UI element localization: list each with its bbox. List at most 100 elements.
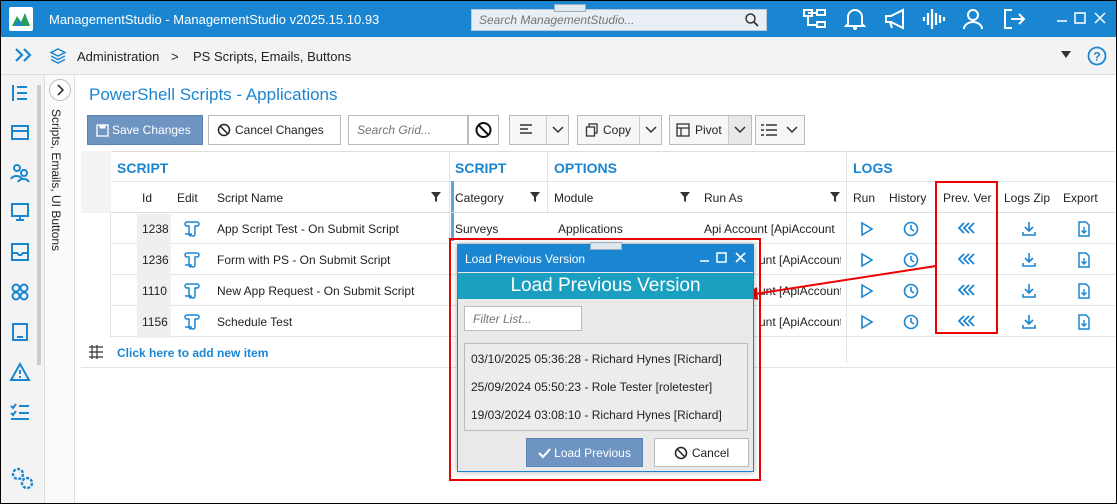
history-icon[interactable]: [903, 283, 919, 299]
chevron-down-icon[interactable]: [639, 116, 662, 144]
list-item[interactable]: 03/10/2025 05:36:28 - Richard Hynes [Ric…: [471, 352, 722, 366]
rail-scrollbar[interactable]: [37, 85, 41, 365]
column-header-history[interactable]: History: [889, 191, 926, 205]
global-search[interactable]: [471, 4, 767, 31]
close-icon[interactable]: [1094, 12, 1106, 24]
rewind-icon[interactable]: [958, 252, 976, 266]
download-icon[interactable]: [1021, 221, 1037, 237]
run-icon[interactable]: [859, 314, 875, 330]
columns-dropdown[interactable]: [755, 115, 805, 145]
user-icon[interactable]: [961, 7, 985, 31]
rewind-icon[interactable]: [958, 283, 976, 297]
global-search-input[interactable]: [472, 10, 732, 30]
tablet-icon[interactable]: [9, 321, 31, 343]
column-header-module[interactable]: Module: [554, 191, 593, 205]
minimize-icon[interactable]: [699, 252, 710, 263]
rewind-icon[interactable]: [958, 221, 976, 235]
filter-list-input[interactable]: [465, 307, 581, 330]
run-icon[interactable]: [859, 283, 875, 299]
clear-search-button[interactable]: [468, 115, 499, 145]
download-icon[interactable]: [1021, 314, 1037, 330]
copy-icon: [585, 123, 599, 137]
history-icon[interactable]: [903, 221, 919, 237]
people-icon[interactable]: [9, 161, 31, 183]
export-icon[interactable]: [1077, 314, 1091, 330]
chevron-down-icon[interactable]: [546, 116, 569, 144]
dialog-title-bar[interactable]: Load Previous Version: [458, 242, 753, 272]
add-row-label[interactable]: Click here to add new item: [117, 346, 268, 360]
dialog-grip-icon[interactable]: [590, 242, 622, 250]
settings-icon[interactable]: [9, 465, 35, 491]
column-header-edit[interactable]: Edit: [177, 191, 198, 205]
column-header-run-as[interactable]: Run As: [704, 191, 743, 205]
filter-icon[interactable]: [530, 192, 540, 202]
align-dropdown[interactable]: [509, 115, 569, 145]
edit-script-icon[interactable]: [183, 313, 201, 330]
cards-icon[interactable]: [9, 121, 31, 143]
list-item[interactable]: 19/03/2024 03:08:10 - Richard Hynes [Ric…: [471, 408, 722, 422]
filter-icon[interactable]: [431, 192, 441, 202]
close-icon[interactable]: [735, 252, 746, 263]
side-tab-label[interactable]: Scripts, Emails, UI Buttons: [49, 109, 63, 251]
layers-icon: [49, 47, 67, 65]
run-icon[interactable]: [859, 221, 875, 237]
column-header-category[interactable]: Category: [455, 191, 504, 205]
list-icon[interactable]: [9, 82, 31, 104]
load-previous-button[interactable]: Load Previous: [526, 438, 643, 467]
hierarchy-icon[interactable]: [802, 7, 828, 31]
download-icon[interactable]: [1021, 252, 1037, 268]
chevron-down-icon[interactable]: [727, 116, 751, 144]
export-icon[interactable]: [1077, 221, 1091, 237]
filter-icon[interactable]: [830, 192, 840, 202]
megaphone-icon[interactable]: [883, 7, 909, 31]
chevron-down-icon[interactable]: [786, 126, 798, 134]
column-header-script-name[interactable]: Script Name: [217, 191, 283, 205]
column-header-id[interactable]: Id: [142, 191, 152, 205]
export-icon[interactable]: [1077, 283, 1091, 299]
copy-dropdown[interactable]: Copy: [577, 115, 662, 145]
expand-menu-icon[interactable]: [13, 47, 35, 63]
run-icon[interactable]: [859, 252, 875, 268]
logout-icon[interactable]: [1002, 7, 1028, 31]
edit-script-icon[interactable]: [183, 282, 201, 299]
warning-icon[interactable]: [9, 361, 31, 383]
column-header-logs-zip[interactable]: Logs Zip: [1004, 191, 1050, 205]
rewind-icon[interactable]: [958, 314, 976, 328]
edit-script-icon[interactable]: [183, 251, 201, 268]
filter-icon[interactable]: [680, 192, 690, 202]
grid-search-input[interactable]: [349, 116, 467, 144]
breadcrumb-root[interactable]: Administration: [77, 49, 159, 64]
filter-list[interactable]: [464, 306, 582, 331]
bell-icon[interactable]: [844, 7, 866, 31]
edit-script-icon[interactable]: [183, 220, 201, 237]
version-list[interactable]: 03/10/2025 05:36:28 - Richard Hynes [Ric…: [464, 343, 748, 431]
waveform-icon[interactable]: [921, 7, 947, 31]
maximize-icon[interactable]: [716, 252, 727, 263]
inbox-icon[interactable]: [9, 241, 31, 263]
history-icon[interactable]: [903, 314, 919, 330]
list-item[interactable]: 25/09/2024 05:50:23 - Role Tester [rolet…: [471, 380, 712, 394]
dropdown-arrow-icon[interactable]: [1061, 51, 1071, 59]
export-icon[interactable]: [1077, 252, 1091, 268]
column-header-run[interactable]: Run: [853, 191, 875, 205]
collapse-button[interactable]: [49, 79, 71, 101]
maximize-icon[interactable]: [1074, 12, 1086, 24]
download-icon[interactable]: [1021, 283, 1037, 299]
run-as-cell: unt [ApiAccount: [759, 315, 841, 329]
table-icon: [676, 123, 690, 137]
column-header-export[interactable]: Export: [1063, 191, 1098, 205]
save-button[interactable]: Save Changes: [87, 115, 203, 145]
history-icon[interactable]: [903, 252, 919, 268]
pivot-dropdown[interactable]: Pivot: [669, 115, 752, 145]
cancel-changes-button[interactable]: Cancel Changes: [208, 115, 341, 145]
minimize-icon[interactable]: [1056, 12, 1068, 24]
device-icon[interactable]: [9, 201, 31, 223]
grid-search[interactable]: [348, 115, 468, 145]
search-grip-icon[interactable]: [554, 4, 586, 12]
help-icon[interactable]: ?: [1087, 46, 1107, 66]
dialog-cancel-button[interactable]: Cancel: [654, 438, 749, 467]
checklist-icon[interactable]: [9, 401, 31, 423]
load-previous-dialog: Load Previous Version Load Previous Vers…: [457, 242, 754, 472]
search-icon[interactable]: [744, 12, 760, 28]
apps-icon[interactable]: [9, 281, 31, 303]
